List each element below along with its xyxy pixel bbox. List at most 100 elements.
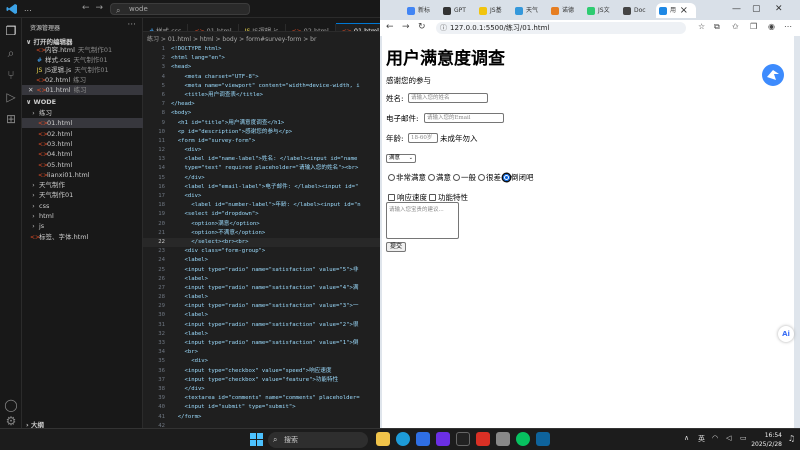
submit-button[interactable]: 提交	[386, 242, 406, 252]
forward-icon[interactable]: →	[402, 22, 410, 32]
tree-file[interactable]: <>03.html	[22, 139, 143, 149]
tree-folder[interactable]: › 天气制作01	[22, 190, 143, 200]
code-line[interactable]: 20 <option>满意</option>	[143, 220, 380, 229]
open-editor-item[interactable]: <>02.html 练习	[22, 75, 143, 85]
code-line[interactable]: 5 <meta name="viewport" content="width=d…	[143, 82, 380, 91]
close-tab-icon[interactable]: ×	[680, 3, 688, 18]
code-line[interactable]: 23 <div class="form-group">	[143, 247, 380, 256]
wechat-icon[interactable]	[516, 432, 530, 446]
tray-up-icon[interactable]: ∧	[684, 434, 689, 442]
tree-folder[interactable]: › 天气制作	[22, 180, 143, 190]
code-editor[interactable]: 1 <!DOCTYPE html> 2 <html lang="en"> 3 <head>…	[143, 45, 380, 440]
radio-button[interactable]	[428, 174, 435, 181]
radio-button[interactable]	[388, 174, 395, 181]
code-line[interactable]: 22 </select><br><br>	[143, 237, 380, 248]
app-icon[interactable]	[496, 432, 510, 446]
browser-tab[interactable]: JS基	[476, 3, 510, 18]
back-icon[interactable]: ←	[386, 22, 394, 32]
account-icon[interactable]: ◯	[4, 398, 18, 412]
code-line[interactable]: 9 <h1 id="title">用户满意度调查</h1>	[143, 119, 380, 128]
satisfaction-option[interactable]: 倒闭吧	[501, 173, 534, 182]
code-line[interactable]: 33 <input type="radio" name="satisfactio…	[143, 339, 380, 348]
tree-file[interactable]: <>04.html	[22, 149, 143, 159]
tree-file[interactable]: <>05.html	[22, 160, 143, 170]
tree-folder[interactable]: › 练习	[22, 108, 143, 118]
code-line[interactable]: 17 <div>	[143, 192, 380, 201]
radio-button[interactable]	[478, 174, 485, 181]
code-line[interactable]: 1 <!DOCTYPE html>	[143, 45, 380, 54]
extensions-icon[interactable]: ⧉	[714, 22, 720, 32]
code-line[interactable]: 10 <p id="description">感谢您的参与</p>	[143, 128, 380, 137]
editor-tab[interactable]: <> 02.html	[286, 24, 336, 31]
code-line[interactable]: 27 <input type="radio" name="satisfactio…	[143, 284, 380, 293]
feature-option[interactable]: 响应速度	[386, 193, 427, 202]
feishu-icon[interactable]	[416, 432, 430, 446]
tree-file[interactable]: <>01.html	[22, 118, 143, 129]
feature-option[interactable]: 功能特性	[427, 193, 468, 202]
tree-file[interactable]: <>标签、字体.html	[22, 232, 143, 242]
code-line[interactable]: 3 <head>	[143, 63, 380, 72]
code-line[interactable]: 38 </div>	[143, 385, 380, 394]
collections-icon[interactable]: ❒	[750, 22, 757, 31]
wifi-icon[interactable]: ◠	[712, 434, 718, 442]
menu-dots-icon[interactable]: ⋯	[784, 22, 792, 31]
search-icon[interactable]: ⌕	[4, 46, 18, 60]
code-line[interactable]: 7 </head>	[143, 100, 380, 109]
open-editor-item[interactable]: JS JS逻辑.js 天气制作01	[22, 65, 143, 75]
code-line[interactable]: 24 <label>	[143, 256, 380, 265]
code-line[interactable]: 31 <input type="radio" name="satisfactio…	[143, 321, 380, 330]
ime-indicator[interactable]: 英	[698, 434, 705, 444]
code-line[interactable]: 35 <div>	[143, 357, 380, 366]
editor-tab[interactable]: <> 01.html	[335, 23, 380, 31]
code-line[interactable]: 26 <label>	[143, 275, 380, 284]
vscode-taskbar-icon[interactable]	[536, 432, 550, 446]
settings-gear-icon[interactable]: ⚙	[4, 414, 18, 428]
browser-tab[interactable]: JS文	[584, 3, 618, 18]
file-explorer-icon[interactable]	[376, 432, 390, 446]
code-line[interactable]: 25 <input type="radio" name="satisfactio…	[143, 266, 380, 275]
code-line[interactable]: 19 <select id="dropdown">	[143, 210, 380, 219]
code-line[interactable]: 14 type="text" required placeholder="请输入…	[143, 164, 380, 173]
menu-more-icon[interactable]: ...	[24, 4, 32, 13]
satisfaction-option[interactable]: 满意	[426, 173, 451, 182]
code-line[interactable]: 4 <meta charset="UTF-8">	[143, 73, 380, 82]
browser-tab[interactable]: Doc	[620, 3, 654, 18]
browser-tab[interactable]: 用 ×	[656, 3, 696, 18]
browser-tab[interactable]: 天气	[512, 3, 546, 18]
email-input[interactable]: 请输入您的Email	[424, 113, 504, 123]
extension-bird-icon[interactable]	[762, 64, 784, 86]
minimize-icon[interactable]: —	[732, 4, 741, 14]
open-editor-item[interactable]: # 样式.css 天气制作01	[22, 55, 143, 65]
browser-tab[interactable]: 诺德	[548, 3, 582, 18]
nav-arrows-icon[interactable]: ←→	[82, 3, 109, 13]
store-icon[interactable]	[436, 432, 450, 446]
code-line[interactable]: 18 <label id="number-label">年龄: </label>…	[143, 201, 380, 210]
editor-tab[interactable]: # 样式.css	[143, 24, 189, 31]
maximize-icon[interactable]: ▢	[752, 4, 761, 14]
open-editor-item[interactable]: <>内容.html 天气制作01	[22, 45, 143, 55]
browser-tab[interactable]: 新标	[404, 3, 438, 18]
copilot-icon[interactable]: ◉	[768, 22, 775, 31]
code-line[interactable]: 11 <form id="survey-form">	[143, 137, 380, 146]
code-line[interactable]: 13 <label id="name-label">姓名: </label><i…	[143, 155, 380, 164]
source-control-icon[interactable]: ⑂	[4, 68, 18, 82]
code-line[interactable]: 8 <body>	[143, 109, 380, 118]
command-search[interactable]: ⌕ wode	[110, 3, 250, 15]
tree-folder[interactable]: › html	[22, 211, 143, 221]
code-line[interactable]: 29 <input type="radio" name="satisfactio…	[143, 302, 380, 311]
tree-folder[interactable]: › css	[22, 201, 143, 211]
code-line[interactable]: 30 <label>	[143, 311, 380, 320]
age-input[interactable]: 18-60岁	[408, 133, 438, 143]
editor-tab[interactable]: <> 01.html	[188, 24, 239, 31]
explorer-icon[interactable]: ❐	[4, 24, 18, 38]
checkbox[interactable]	[429, 194, 436, 201]
code-line[interactable]: 16 <label id="email-label">电子邮件: </label…	[143, 183, 380, 192]
tree-folder[interactable]: › js	[22, 221, 143, 231]
ai-assistant-badge[interactable]: Ai	[778, 326, 794, 342]
editor-tab[interactable]: JS JS逻辑.js	[239, 24, 286, 31]
code-line[interactable]: 39 <textarea id="comments" name="comment…	[143, 394, 380, 403]
code-line[interactable]: 37 <input type="checkbox" value="feature…	[143, 376, 380, 385]
explorer-more-icon[interactable]: ···	[127, 20, 136, 30]
code-line[interactable]: 15 </div>	[143, 174, 380, 183]
dropdown-select[interactable]: 满意 ⌄	[386, 154, 416, 163]
